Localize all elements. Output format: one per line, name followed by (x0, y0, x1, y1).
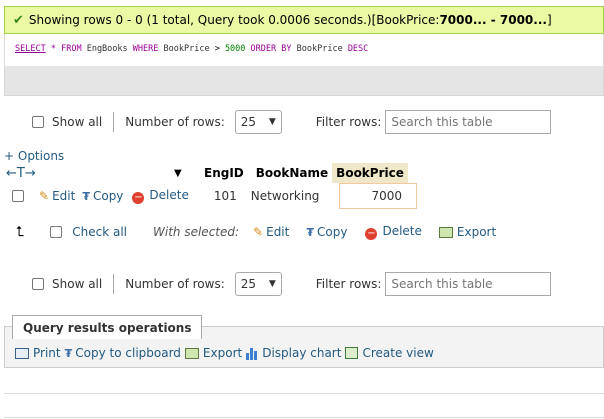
divider (4, 393, 604, 394)
display-chart-label: Display chart (262, 346, 342, 360)
sql-from-keyword: FROM (61, 44, 82, 54)
sql-direction: DESC (347, 44, 369, 54)
copy-clipboard-label: Copy to clipboard (75, 346, 181, 360)
print-link[interactable]: Print (15, 346, 61, 360)
sql-toolbar (4, 66, 604, 96)
copy-icon: ₮ (82, 190, 90, 203)
export-icon (438, 227, 453, 238)
filter-input-top[interactable]: Search this table (385, 110, 552, 134)
row-edit-label: Edit (52, 189, 76, 203)
divider (4, 417, 604, 418)
print-icon (15, 347, 29, 359)
row-edit-link[interactable]: ✎ Edit (39, 189, 75, 203)
column-bookprice[interactable]: BookPrice (332, 163, 408, 183)
sql-table: EngBooks (86, 44, 128, 54)
chevron-down-icon: ▼ (268, 117, 276, 127)
sql-query: SELECT * FROM EngBooks WHERE BookPrice >… (4, 34, 604, 66)
display-chart-link[interactable]: Display chart (246, 346, 341, 360)
bulk-edit-button[interactable]: ✎ Edit (253, 225, 289, 239)
with-selected-label: With selected: (153, 225, 240, 239)
cell-bookprice[interactable]: 7000 (339, 183, 417, 209)
filter-suffix: ] (546, 13, 552, 27)
bulk-export-label: Export (456, 225, 497, 239)
divider (113, 112, 115, 132)
delete-icon: − (365, 228, 378, 240)
bulk-edit-label: Edit (266, 225, 290, 239)
rows-value-bottom: 25 (240, 277, 257, 291)
column-arrows[interactable]: ←T→ (4, 165, 174, 181)
show-all-checkbox-top[interactable] (32, 116, 44, 128)
print-label: Print (33, 346, 61, 360)
pencil-icon: ✎ (39, 189, 50, 203)
rows-label-bottom: Number of rows: (125, 277, 225, 291)
show-all-label-bottom[interactable]: Show all (52, 277, 102, 291)
sql-star: * (50, 44, 56, 54)
row-checkbox[interactable] (12, 190, 24, 202)
export-link[interactable]: Export (184, 346, 243, 360)
sql-select-keyword[interactable]: SELECT (15, 44, 46, 54)
query-results-title: Query results operations (12, 315, 203, 339)
check-all-checkbox[interactable] (50, 226, 63, 238)
check-all-label[interactable]: Check all (72, 225, 127, 239)
sql-where-keyword: WHERE (132, 44, 159, 54)
nav-bottom: Show all Number of rows: 25 ▼ Filter row… (32, 272, 552, 296)
filter-value: 7000... - 7000... (439, 13, 547, 27)
filter-prefix: [BookPrice: (371, 13, 440, 27)
options-link[interactable]: + Options (4, 149, 64, 163)
table-header: ←T→ ▼ EngID BookName BookPrice (4, 163, 408, 183)
sql-column: BookPrice (163, 44, 210, 54)
delete-icon: − (132, 192, 145, 204)
chart-icon (246, 346, 258, 360)
return-arrow-icon: ⮤ (16, 224, 25, 240)
copy-clipboard-link[interactable]: ₮ Copy to clipboard (65, 346, 181, 360)
show-all-checkbox-bottom[interactable] (32, 278, 44, 290)
copy-icon: ₮ (64, 346, 73, 360)
row-delete-link[interactable]: − Delete (132, 188, 189, 204)
chevron-down-icon: ▼ (268, 279, 276, 289)
bulk-copy-label: Copy (317, 225, 348, 239)
create-view-link[interactable]: Create view (345, 346, 434, 360)
sort-caret-icon[interactable]: ▼ (174, 168, 200, 179)
sql-value: 5000 (224, 44, 246, 54)
success-text: Showing rows 0 - 0 (1 total, Query took … (28, 13, 372, 27)
success-message: ✔ Showing rows 0 - 0 (1 total, Query too… (4, 6, 604, 34)
cell-bookname: Networking (250, 189, 320, 203)
checkmark-icon: ✔ (13, 12, 24, 28)
divider (113, 274, 115, 294)
column-engid[interactable]: EngID (200, 163, 248, 183)
table-row: ✎ Edit ₮ Copy − Delete 101 Networking 7000 (4, 183, 604, 209)
nav-top: Show all Number of rows: 25 ▼ Filter row… (32, 110, 552, 134)
copy-icon: ₮ (306, 226, 315, 239)
sql-operator: > (214, 44, 220, 54)
bulk-delete-label: Delete (382, 224, 422, 238)
bulk-copy-button[interactable]: ₮ Copy (306, 225, 347, 239)
cell-engid: 101 (213, 189, 237, 203)
rows-value-top: 25 (240, 115, 257, 129)
column-bookname[interactable]: BookName (252, 163, 332, 183)
row-delete-label: Delete (149, 188, 189, 202)
rows-select-top[interactable]: 25 ▼ (234, 110, 282, 134)
rows-select-bottom[interactable]: 25 ▼ (234, 272, 282, 296)
rows-label-top: Number of rows: (125, 115, 225, 129)
bulk-delete-button[interactable]: − Delete (365, 224, 422, 240)
export-label: Export (202, 346, 243, 360)
show-all-label-top[interactable]: Show all (52, 115, 102, 129)
pencil-icon: ✎ (253, 225, 264, 239)
create-view-label: Create view (362, 346, 434, 360)
row-copy-label: Copy (92, 189, 124, 203)
filter-label-top: Filter rows: (315, 115, 382, 129)
export-icon (184, 347, 199, 359)
filter-input-bottom[interactable]: Search this table (385, 272, 552, 296)
bulk-export-button[interactable]: Export (438, 225, 497, 239)
filter-label-bottom: Filter rows: (315, 277, 382, 291)
create-view-icon (345, 347, 359, 359)
sql-orderby-keyword: ORDER BY (250, 44, 292, 54)
row-copy-link[interactable]: ₮ Copy (82, 189, 123, 203)
bulk-actions: ⮤ Check all With selected: ✎ Edit ₮ Copy −… (16, 222, 496, 242)
sql-order-column: BookPrice (296, 44, 343, 54)
